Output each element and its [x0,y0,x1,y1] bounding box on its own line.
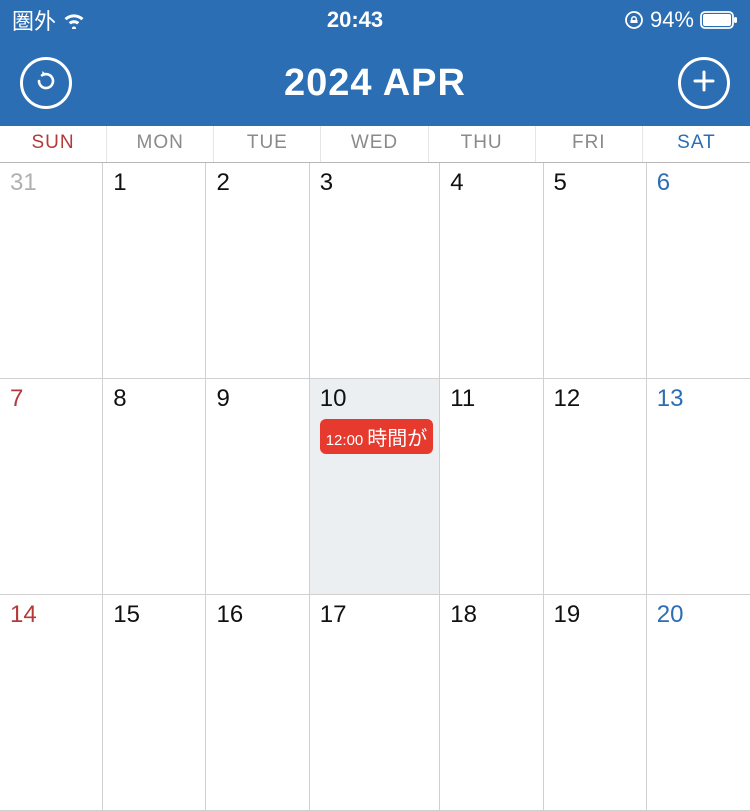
weekday-fri: FRI [536,126,643,162]
day-number: 18 [450,601,536,629]
calendar-grid: 31 1 2 3 4 5 6 7 8 9 10 12:00 時間が 11 12 … [0,163,750,811]
weekday-thu: THU [429,126,536,162]
day-cell[interactable]: 20 [647,595,750,811]
day-number: 14 [10,601,96,629]
day-number: 16 [216,601,302,629]
event-time: 12:00 [326,432,364,449]
redo-button[interactable] [20,57,72,109]
day-number: 10 [320,385,434,413]
day-number: 3 [320,169,434,197]
battery-icon [700,11,738,29]
day-cell[interactable]: 3 [310,163,441,379]
weekday-sun: SUN [0,126,107,162]
day-number: 9 [216,385,302,413]
header-title: 2024 APR [72,62,678,105]
day-number: 1 [113,169,199,197]
redo-icon [32,67,60,100]
day-number: 19 [554,601,640,629]
status-left: 圏外 [12,4,86,36]
wifi-icon [62,11,86,29]
day-cell[interactable]: 19 [544,595,647,811]
day-number: 11 [450,385,536,413]
day-cell[interactable]: 11 [440,379,543,595]
day-cell-selected[interactable]: 10 12:00 時間が [310,379,441,595]
day-cell[interactable]: 7 [0,379,103,595]
day-number: 4 [450,169,536,197]
day-number: 20 [657,601,744,629]
day-number: 2 [216,169,302,197]
event-title: 時間が [367,422,427,451]
day-cell[interactable]: 18 [440,595,543,811]
day-number: 8 [113,385,199,413]
day-number: 5 [554,169,640,197]
day-cell[interactable]: 15 [103,595,206,811]
weekday-wed: WED [321,126,428,162]
weekday-mon: MON [107,126,214,162]
day-cell[interactable]: 17 [310,595,441,811]
status-time: 20:43 [327,7,383,33]
weekday-sat: SAT [643,126,750,162]
day-cell[interactable]: 2 [206,163,309,379]
rotation-lock-icon [624,10,644,30]
plus-icon [691,68,717,99]
day-cell[interactable]: 16 [206,595,309,811]
battery-percent: 94% [650,7,694,33]
day-cell[interactable]: 31 [0,163,103,379]
weekday-header: SUN MON TUE WED THU FRI SAT [0,126,750,163]
add-button[interactable] [678,57,730,109]
day-cell[interactable]: 14 [0,595,103,811]
day-number: 15 [113,601,199,629]
day-number: 31 [10,169,96,197]
day-number: 6 [657,169,744,197]
day-cell[interactable]: 12 [544,379,647,595]
day-number: 7 [10,385,96,413]
day-cell[interactable]: 13 [647,379,750,595]
day-number: 17 [320,601,434,629]
day-cell[interactable]: 4 [440,163,543,379]
day-cell[interactable]: 9 [206,379,309,595]
carrier-text: 圏外 [12,4,56,36]
day-cell[interactable]: 6 [647,163,750,379]
day-number: 12 [554,385,640,413]
day-cell[interactable]: 5 [544,163,647,379]
status-bar: 圏外 20:43 94% [0,0,750,40]
day-cell[interactable]: 8 [103,379,206,595]
event-pill[interactable]: 12:00 時間が [320,419,434,454]
day-cell[interactable]: 1 [103,163,206,379]
day-number: 13 [657,385,744,413]
weekday-tue: TUE [214,126,321,162]
app-header: 2024 APR [0,40,750,126]
status-right: 94% [624,7,738,33]
